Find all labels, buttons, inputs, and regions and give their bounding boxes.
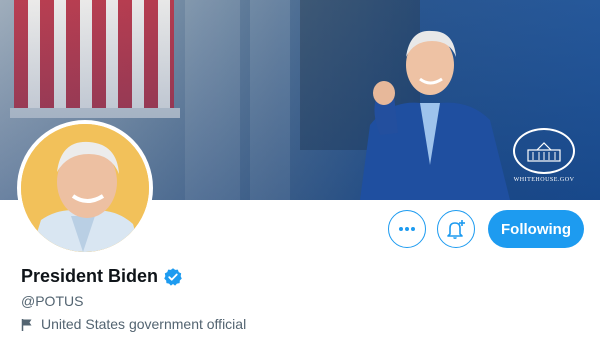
display-name: President Biden <box>21 266 159 286</box>
notifications-button[interactable] <box>437 210 475 248</box>
following-button[interactable]: Following <box>488 210 584 248</box>
flag-icon <box>21 318 32 331</box>
ellipsis-icon <box>399 227 415 231</box>
avatar-portrait <box>21 124 149 252</box>
account-label[interactable]: United States government official <box>21 316 246 332</box>
profile-handle: @POTUS <box>21 293 84 309</box>
white-house-icon <box>513 128 575 174</box>
more-options-button[interactable] <box>388 210 426 248</box>
banner-person-illustration <box>360 30 510 200</box>
bell-plus-icon <box>447 220 465 239</box>
account-label-text: United States government official <box>41 316 247 332</box>
display-name-row: President Biden <box>21 266 183 287</box>
white-house-seal: WHITEHOUSE.GOV <box>512 128 576 188</box>
seal-caption: WHITEHOUSE.GOV <box>513 177 575 183</box>
profile-avatar[interactable] <box>17 120 153 256</box>
verified-badge-icon[interactable] <box>163 267 183 287</box>
